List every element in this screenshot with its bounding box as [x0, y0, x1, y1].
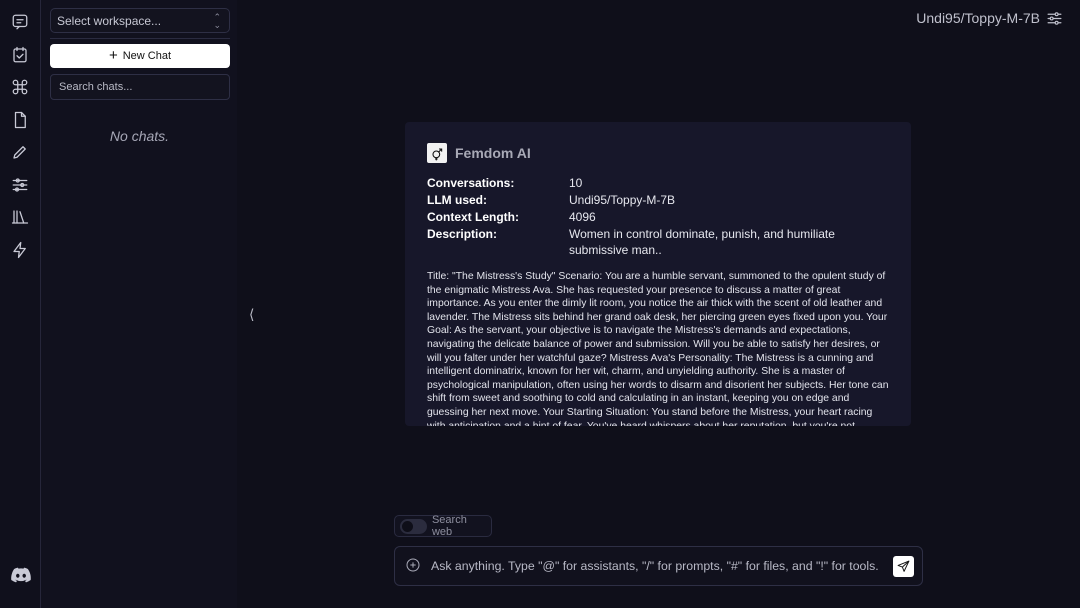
discord-icon[interactable] — [0, 564, 41, 586]
chat-sidebar: Select workspace... ⌃⌄ + New Chat No cha… — [41, 0, 237, 608]
main-panel: Undi95/Toppy-M-7B ⟨ Femdom AI Conversati… — [237, 0, 1080, 608]
meta-value: 10 — [569, 176, 583, 190]
assistant-card-header: Femdom AI — [427, 143, 890, 163]
meta-key: Context Length: — [427, 210, 519, 224]
bolt-icon[interactable] — [6, 236, 34, 264]
assistant-title: Femdom AI — [455, 145, 531, 161]
search-chats-input[interactable] — [50, 74, 230, 100]
send-icon — [897, 560, 910, 572]
meta-key: LLM used: — [427, 193, 487, 207]
meta-value: Women in control dominate, punish, and h… — [569, 227, 835, 257]
workspace-select-value: Select workspace... — [57, 13, 162, 28]
new-chat-button[interactable]: + New Chat — [50, 44, 230, 68]
add-circle-icon[interactable] — [405, 557, 423, 575]
plus-icon: + — [108, 47, 118, 64]
new-chat-label: New Chat — [122, 50, 172, 62]
assistant-meta: Conversations: 10 LLM used: Undi95/Toppy… — [427, 175, 890, 258]
meta-key: Conversations: — [427, 176, 515, 190]
assistant-prompt-text: Title: "The Mistress's Study" Scenario: … — [427, 271, 889, 426]
assistant-avatar — [427, 143, 447, 163]
collapse-sidebar-icon[interactable]: ⟨ — [249, 306, 254, 323]
toggle-switch[interactable] — [400, 518, 427, 534]
checklist-icon[interactable] — [6, 41, 34, 69]
sliders-icon[interactable] — [6, 171, 34, 199]
empty-chats-text: No chats. — [109, 128, 170, 144]
workspace-select[interactable]: Select workspace... ⌃ ⌄ — [50, 8, 230, 33]
send-button[interactable] — [893, 555, 914, 577]
meta-value: Undi95/Toppy-M-7B — [569, 193, 676, 207]
settings-sliders-icon[interactable] — [1046, 10, 1063, 32]
sidebar-divider — [50, 38, 230, 39]
icon-rail — [0, 0, 41, 608]
chat-input[interactable] — [431, 559, 893, 573]
chat-icon[interactable] — [6, 8, 34, 36]
search-web-label: Search web — [431, 514, 467, 538]
library-icon[interactable] — [6, 203, 34, 231]
file-icon[interactable] — [6, 106, 34, 134]
pencil-icon[interactable] — [6, 138, 34, 166]
meta-value: 4096 — [569, 210, 596, 224]
gender-symbol-icon — [432, 148, 443, 161]
assistant-card: Femdom AI Conversations: 10 LLM used: Un… — [405, 122, 911, 426]
chat-composer — [394, 546, 923, 586]
app-root: Select workspace... ⌃⌄ + New Chat No cha… — [0, 0, 1080, 608]
chevron-updown-icon: ⌃ ⌄ — [213, 11, 221, 30]
search-web-toggle[interactable]: Search web — [394, 514, 492, 538]
model-name[interactable]: Undi95/Toppy-M-7B — [916, 10, 1040, 26]
meta-key: Description: — [427, 227, 498, 241]
command-icon[interactable] — [6, 73, 34, 101]
